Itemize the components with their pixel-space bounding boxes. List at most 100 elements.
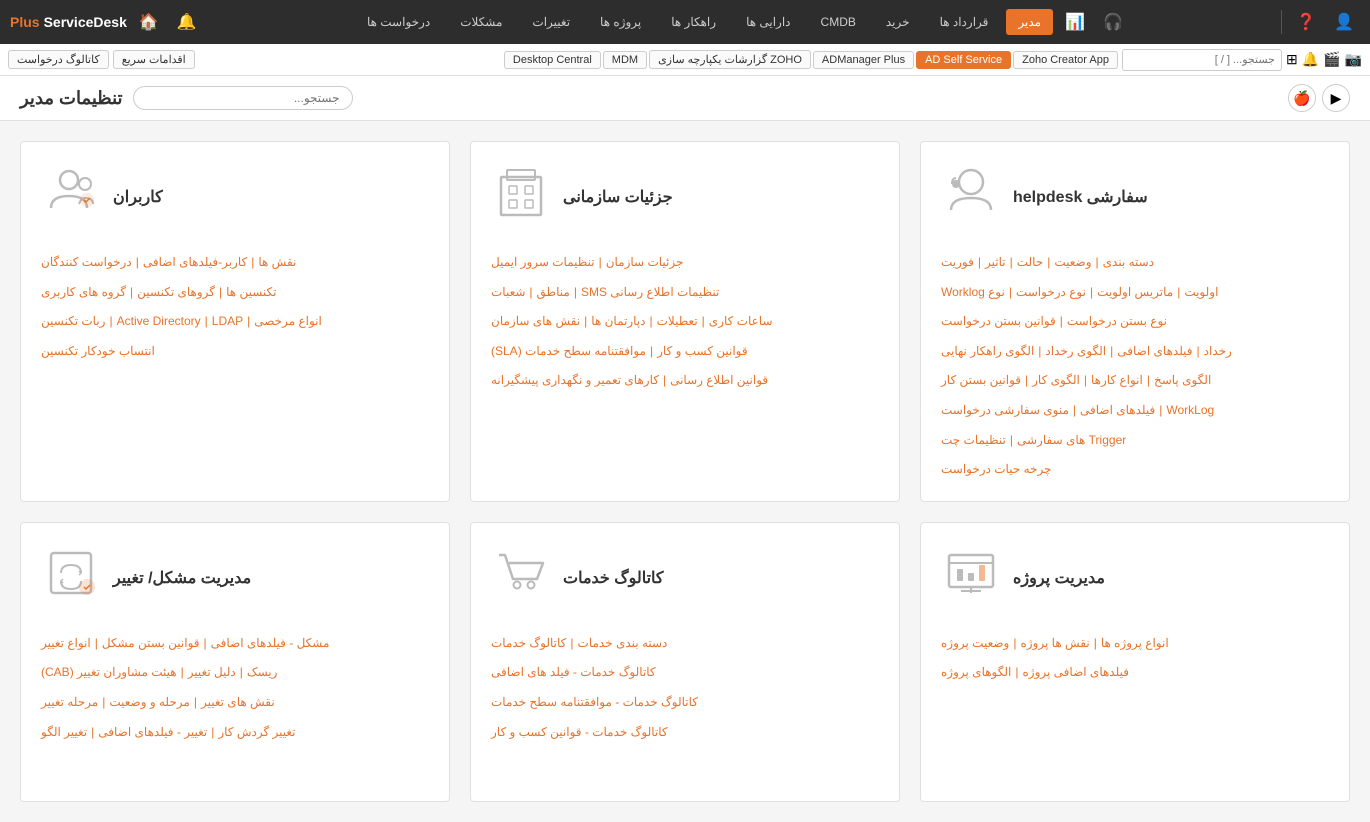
link-catalog-biz-rules[interactable]: کاتالوگ خدمات - قوانین کسب و کار	[491, 722, 668, 744]
bookmark-mdm[interactable]: MDM	[603, 51, 647, 69]
tab-assets[interactable]: دارایی ها	[734, 9, 802, 35]
link-user-groups[interactable]: گروه های کاربری	[41, 282, 126, 304]
link-tech-bot[interactable]: ربات تکنسین	[41, 311, 105, 333]
video-icon[interactable]: 🎬	[1323, 51, 1340, 68]
tab-contracts[interactable]: قرارداد ها	[928, 9, 1001, 35]
link-urgency[interactable]: فوریت	[941, 252, 974, 274]
tab-cmdb[interactable]: CMDB	[809, 9, 868, 35]
link-project-fields[interactable]: فیلدهای اضافی پروژه	[1023, 662, 1129, 684]
link-change-template[interactable]: تغییر الگو	[41, 722, 87, 744]
bookmark-ad-self-service[interactable]: AD Self Service	[916, 51, 1011, 69]
link-change-workflow[interactable]: تغییر گردش کار	[218, 722, 295, 744]
bookmark-zoho-reports[interactable]: ZOHO گزارشات یکپارچه سازی	[649, 50, 811, 69]
headphones-icon[interactable]: 🎧	[1097, 8, 1129, 36]
link-catalog-extra-fields[interactable]: کاتالوگ خدمات - فیلد های اضافی	[491, 662, 656, 684]
link-task-template[interactable]: الگوی کار	[1032, 370, 1080, 392]
link-priority-matrix[interactable]: ماتریس اولویت	[1097, 282, 1173, 304]
link-change-reason[interactable]: دلیل تغییر	[188, 662, 236, 684]
link-sms-notif[interactable]: تنظیمات اطلاع رسانی SMS	[581, 282, 719, 304]
tab-requests[interactable]: درخواست ها	[355, 9, 442, 35]
chart-icon[interactable]: 📊	[1059, 8, 1091, 36]
link-risk[interactable]: ریسک	[247, 662, 278, 684]
link-biz-rules[interactable]: قوانین کسب و کار	[657, 341, 748, 363]
bookmark-admanager[interactable]: ADManager Plus	[813, 51, 914, 69]
link-change-types[interactable]: انواع تغییر	[41, 633, 91, 655]
link-project-types[interactable]: انواع پروژه ها	[1101, 633, 1169, 655]
link-task-types[interactable]: انواع کارها	[1091, 370, 1143, 392]
link-category[interactable]: دسته بندی	[1103, 252, 1154, 274]
android-icon[interactable]: ▶	[1322, 84, 1350, 112]
link-problem-close-rules[interactable]: قوانین بستن مشکل	[102, 633, 200, 655]
link-user-fields[interactable]: کاربر-فیلدهای اضافی	[143, 252, 247, 274]
link-tech-groups[interactable]: گروهای تکنسین	[137, 282, 215, 304]
link-request-type[interactable]: نوع درخواست	[1016, 282, 1086, 304]
link-project-templates[interactable]: الگوهای پروژه	[941, 662, 1011, 684]
camera-icon[interactable]: 📷	[1345, 51, 1362, 68]
grid-icon[interactable]: ⊞	[1286, 51, 1298, 68]
tab-admin[interactable]: مدیر	[1006, 9, 1053, 35]
link-org-details[interactable]: جزئیات سازمان	[606, 252, 684, 274]
tab-projects[interactable]: پروژه ها	[588, 9, 653, 35]
link-priority[interactable]: اولویت	[1184, 282, 1218, 304]
link-project-roles[interactable]: نقش ها پروژه	[1020, 633, 1089, 655]
link-service-categories[interactable]: دسته بندی خدمات	[578, 633, 668, 655]
link-chat-settings[interactable]: تنظیمات چت	[941, 430, 1006, 452]
link-catalog-sla[interactable]: کاتالوگ خدمات - موافقتنامه سطح خدمات	[491, 692, 698, 714]
bookmark-search-input[interactable]	[1122, 49, 1282, 71]
apple-icon[interactable]: 🍎	[1288, 84, 1316, 112]
link-worklog-fields[interactable]: فیلدهای اضافی	[1080, 400, 1155, 422]
link-roles[interactable]: نقش ها	[258, 252, 296, 274]
link-leave-types[interactable]: انواع مرخصی	[254, 311, 322, 333]
link-email-server[interactable]: تنظیمات سرور ایمیل	[491, 252, 595, 274]
link-close-rules[interactable]: قوانین بستن درخواست	[941, 311, 1056, 333]
link-state[interactable]: حالت	[1017, 252, 1044, 274]
tab-problems[interactable]: مشکلات	[448, 9, 514, 35]
link-cab[interactable]: هیئت مشاوران تغییر (CAB)	[41, 662, 177, 684]
bookmark-zoho-creator[interactable]: Zoho Creator App	[1013, 51, 1118, 69]
quick-action-button[interactable]: اقدامات سریع	[113, 50, 195, 69]
link-close-type[interactable]: نوع بستن درخواست	[1067, 311, 1167, 333]
link-branches[interactable]: شعبات	[491, 282, 525, 304]
link-incident-fields[interactable]: فیلدهای اضافی	[1117, 341, 1192, 363]
link-preventive[interactable]: کارهای تعمیر و نگهداری پیشگیرانه	[491, 370, 659, 392]
link-work-hours[interactable]: ساعات کاری	[709, 311, 773, 333]
link-service-catalog[interactable]: کاتالوگ خدمات	[491, 633, 566, 655]
link-auto-assign[interactable]: انتساب خودکار تکنسین	[41, 341, 155, 363]
tab-changes[interactable]: تغییرات	[520, 9, 582, 35]
link-notif-rules[interactable]: قوانین اطلاع رسانی	[670, 370, 768, 392]
link-reply-template[interactable]: الگوی پاسخ	[1154, 370, 1211, 392]
link-impact[interactable]: تاثیر	[985, 252, 1006, 274]
link-project-status[interactable]: وضعیت پروژه	[941, 633, 1009, 655]
link-solution-template[interactable]: الگوی راهکار نهایی	[941, 341, 1034, 363]
link-org-roles[interactable]: نقش های سازمان	[491, 311, 580, 333]
link-incident[interactable]: رخداد	[1204, 341, 1232, 363]
link-regions[interactable]: مناطق	[537, 282, 570, 304]
link-ldap[interactable]: LDAP	[212, 311, 243, 333]
link-trigger[interactable]: Trigger های سفارشی	[1017, 430, 1126, 452]
link-technicians[interactable]: تکنسین ها	[226, 282, 276, 304]
link-change-roles[interactable]: نقش های تغییر	[201, 692, 275, 714]
tab-solutions[interactable]: راهکار ها	[659, 9, 728, 35]
notification-icon[interactable]: 🔔	[171, 8, 203, 36]
link-request-lifecycle[interactable]: چرخه حیات درخواست	[941, 459, 1051, 481]
link-active-directory[interactable]: Active Directory	[117, 311, 201, 333]
link-status[interactable]: وضعیت	[1054, 252, 1091, 274]
link-request-menu[interactable]: منوی سفارشی درخواست	[941, 400, 1069, 422]
header-search-input[interactable]	[133, 86, 353, 110]
link-change-phase-status[interactable]: مرحله و وضعیت	[109, 692, 190, 714]
user-icon[interactable]: 👤	[1328, 8, 1360, 36]
link-holidays[interactable]: تعطیلات	[657, 311, 698, 333]
tab-buy[interactable]: خرید	[874, 9, 922, 35]
link-worklog[interactable]: WorkLog	[1166, 400, 1214, 422]
link-incident-template[interactable]: الگوی رخداد	[1045, 341, 1106, 363]
link-task-close-rules[interactable]: قوانین بستن کار	[941, 370, 1021, 392]
link-worklog-type[interactable]: نوع Worklog	[941, 282, 1005, 304]
help-icon[interactable]: ❓	[1290, 8, 1322, 36]
catalog-button[interactable]: کاتالوگ درخواست	[8, 50, 109, 69]
link-requestors[interactable]: درخواست کنندگان	[41, 252, 132, 274]
home-icon[interactable]: 🏠	[133, 8, 165, 36]
link-problem-fields[interactable]: مشکل - فیلدهای اضافی	[211, 633, 330, 655]
link-change-fields[interactable]: تغییر - فیلدهای اضافی	[98, 722, 207, 744]
link-sla[interactable]: موافقتنامه سطح خدمات (SLA)	[491, 341, 646, 363]
bell-icon[interactable]: 🔔	[1302, 51, 1319, 68]
